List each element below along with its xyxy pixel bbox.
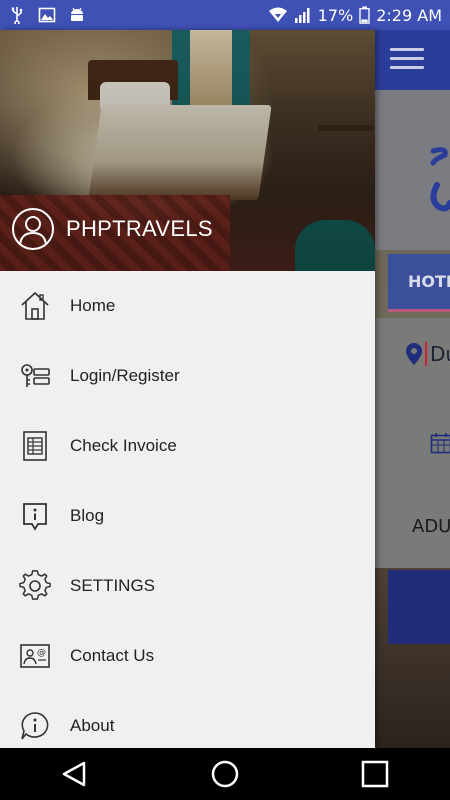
home-circle-icon — [211, 760, 239, 788]
image-icon — [38, 7, 56, 23]
menu-item-label: About — [70, 716, 115, 735]
signal-icon — [294, 8, 310, 23]
location-input[interactable]: Du — [405, 342, 450, 366]
android-icon — [71, 7, 83, 21]
home-button[interactable] — [205, 754, 245, 794]
menu-item-label: Blog — [70, 506, 105, 525]
drawer-header: PHPTRAVELS — [0, 30, 375, 271]
menu-item-settings[interactable]: SETTINGS — [0, 551, 375, 621]
key-icon — [18, 359, 52, 393]
usb-icon — [11, 7, 23, 24]
status-bar: 17% 2:29 AM — [0, 0, 450, 30]
user-icon — [19, 216, 47, 246]
invoice-icon — [18, 429, 52, 463]
menu-item-blog[interactable]: Blog — [0, 481, 375, 551]
info-icon — [18, 709, 52, 743]
menu-item-label: Check Invoice — [70, 436, 177, 455]
svg-text:@: @ — [37, 648, 46, 658]
menu-item-label: SETTINGS — [70, 576, 156, 595]
gear-icon — [18, 569, 52, 603]
location-value: Du — [425, 342, 450, 366]
menu-item-login-register[interactable]: Login/Register — [0, 341, 375, 411]
logo-icon — [430, 147, 450, 212]
contact-icon: @ — [18, 639, 52, 673]
calendar-icon[interactable] — [430, 432, 450, 454]
menu-item-check-invoice[interactable]: Check Invoice — [0, 411, 375, 481]
battery-icon — [359, 6, 370, 24]
home-icon — [18, 289, 52, 323]
brand-name: PHPTRAVELS — [66, 216, 213, 241]
menu-item-contact-us[interactable]: @ Contact Us — [0, 621, 375, 691]
menu-item-about[interactable]: About — [0, 691, 375, 748]
menu-item-label: Home — [70, 296, 116, 315]
recents-button[interactable] — [355, 754, 395, 794]
recents-icon — [361, 760, 389, 788]
back-button[interactable] — [55, 754, 95, 794]
tab-hotels[interactable]: HOTE — [388, 254, 450, 312]
back-icon — [62, 761, 86, 787]
battery-percent: 17% — [317, 5, 354, 25]
menu-item-home[interactable]: Home — [0, 271, 375, 341]
menu-icon[interactable] — [390, 48, 424, 72]
drawer-menu: Home Login/Register Check Invoice Blog S… — [0, 271, 375, 748]
menu-item-label: Login/Register — [70, 366, 180, 385]
avatar — [12, 208, 54, 250]
wifi-icon — [268, 7, 287, 22]
system-nav-bar — [0, 748, 450, 800]
clock: 2:29 AM — [376, 5, 442, 25]
adults-field[interactable]: ADU — [412, 516, 450, 537]
search-button[interactable] — [388, 570, 450, 644]
navigation-drawer: PHPTRAVELS Home Login/Register Check Inv… — [0, 30, 375, 748]
menu-item-label: Contact Us — [70, 646, 155, 665]
blog-icon — [18, 499, 52, 533]
profile[interactable]: PHPTRAVELS — [12, 208, 213, 250]
location-pin-icon — [406, 343, 422, 365]
